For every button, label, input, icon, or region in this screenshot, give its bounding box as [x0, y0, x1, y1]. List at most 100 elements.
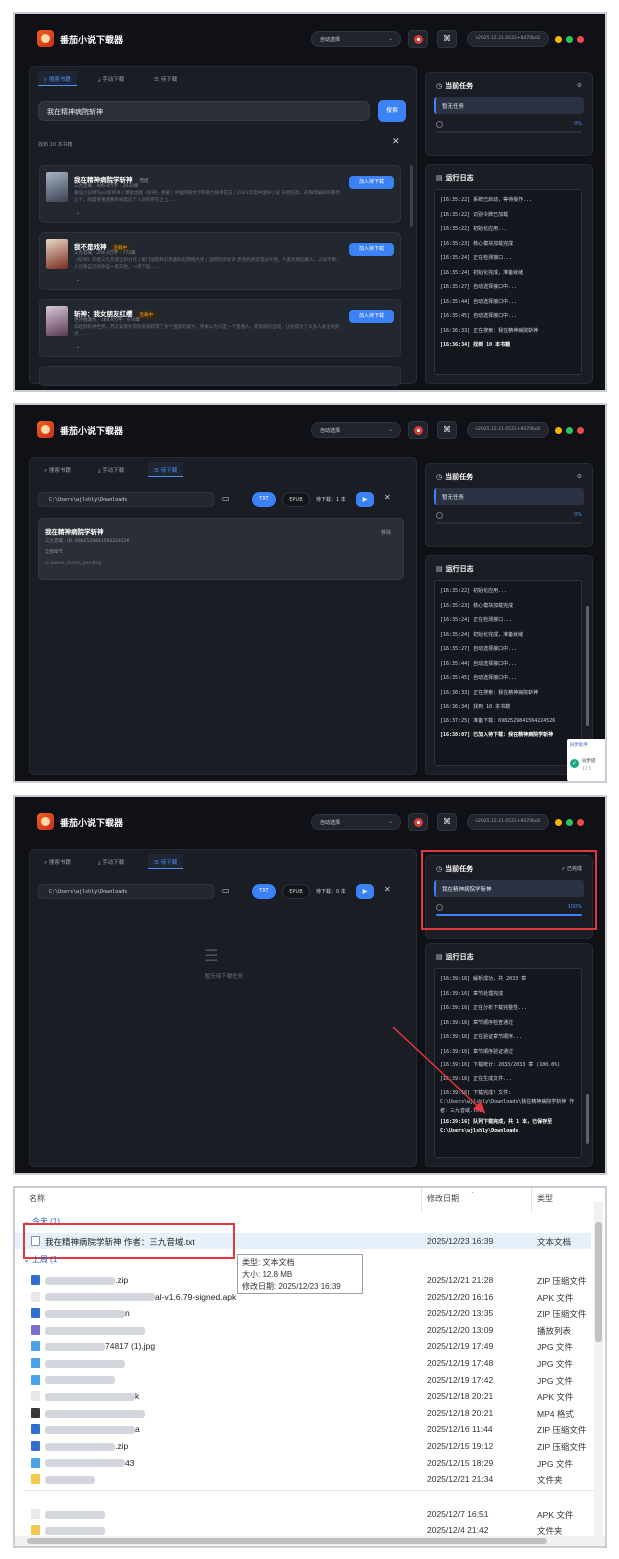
- file-row[interactable]: 2025/12/19 17:42 JPG 文件: [15, 1372, 591, 1388]
- file-row[interactable]: k 2025/12/18 20:21 APK 文件: [15, 1388, 591, 1404]
- start-download-button[interactable]: ▶: [356, 492, 374, 507]
- column-type-header[interactable]: 类型: [537, 1193, 553, 1204]
- maximize-dot[interactable]: [566, 427, 573, 434]
- progress-percent: 0%: [574, 121, 582, 127]
- feedback-button[interactable]: ⌘: [437, 30, 457, 48]
- language-flag-button[interactable]: [408, 30, 428, 48]
- source-select[interactable]: 自动选择 ⌄: [311, 31, 401, 47]
- chevron-down-icon: ⌄: [387, 426, 393, 433]
- settings-icon[interactable]: ⚙: [577, 473, 582, 480]
- main-panel: ⌕ 搜索书籍 ⤓ 手动下载 ☰ 待下载 C:\Users\wjlshly\Dow…: [29, 457, 417, 775]
- format-txt-button[interactable]: TXT: [252, 492, 276, 507]
- file-name-text: .zip: [115, 1275, 129, 1285]
- current-task-title: ◷ 当前任务: [436, 81, 473, 91]
- file-date: 2025/12/20 13:35: [427, 1308, 494, 1319]
- file-row[interactable]: 2025/12/7 16:51 APK 文件: [15, 1506, 591, 1522]
- close-dot[interactable]: [577, 36, 584, 43]
- clock-icon: ◷: [436, 473, 443, 481]
- chat-icon: ⌘: [443, 34, 451, 43]
- remove-button[interactable]: 移除: [381, 529, 391, 536]
- feedback-button[interactable]: ⌘: [437, 421, 457, 439]
- result-card[interactable]: [39, 366, 401, 386]
- horizontal-scrollbar[interactable]: [15, 1536, 605, 1546]
- result-card[interactable]: 我在精神病院学斩神 完结 三九音域 · 406.4万字 · 2033章 番茄小说网…: [39, 165, 401, 223]
- file-row[interactable]: 74817 (1).jpg 2025/12/19 17:49 JPG 文件: [15, 1338, 591, 1354]
- redacted-name: [45, 1527, 105, 1536]
- tab-manual[interactable]: ⤓ 手动下载: [92, 462, 130, 477]
- column-divider: [421, 1188, 422, 1212]
- add-to-queue-button[interactable]: 加入待下载: [349, 243, 394, 256]
- source-select[interactable]: 自动选择 ⌄: [311, 422, 401, 438]
- file-date: 2025/12/16 11:44: [427, 1424, 493, 1435]
- log-line: [16:35:23] 核心模块加载完成: [440, 240, 514, 247]
- add-to-queue-button[interactable]: 加入待下载: [349, 310, 394, 323]
- log-line: [16:35:44] 自动选择接口中...: [440, 660, 518, 667]
- file-row[interactable]: 43 2025/12/15 18:29 JPG 文件: [15, 1455, 591, 1471]
- tab-search-label: 搜索书籍: [48, 468, 71, 474]
- scrollbar-thumb[interactable]: [595, 1222, 602, 1342]
- book-meta: 三九音域 · 406.4万字 · 2033章: [74, 184, 139, 189]
- file-row[interactable]: .zip 2025/12/15 19:12 ZIP 压缩文件: [15, 1438, 591, 1454]
- file-row[interactable]: 2025/12/20 13:09 播放列表: [15, 1322, 591, 1338]
- language-flag-button[interactable]: [408, 421, 428, 439]
- tab-manual[interactable]: ⤓ 手动下载: [92, 71, 130, 86]
- file-date: 2025/12/20 16:16: [427, 1291, 494, 1302]
- result-card[interactable]: 斩神：我女朋友红缨 连载中 世外桃源九 · 164.9万字 · 976章 穿越到斩…: [39, 299, 401, 357]
- file-row[interactable]: .zip 2025/12/21 21:28 ZIP 压缩文件: [15, 1272, 591, 1288]
- book-cover: [46, 172, 68, 202]
- source-select-value: 自动选择: [320, 428, 341, 434]
- log-title-text: 运行日志: [445, 565, 474, 573]
- search-input[interactable]: 我在精神病院斩神: [38, 101, 370, 121]
- chevron-down-icon[interactable]: ⌄: [76, 210, 80, 216]
- close-icon[interactable]: ✕: [392, 137, 400, 147]
- book-cover: [46, 239, 68, 269]
- scrollbar-thumb[interactable]: [27, 1538, 547, 1544]
- minimize-dot[interactable]: [555, 427, 562, 434]
- clear-icon[interactable]: ✕: [384, 493, 391, 502]
- file-name-text: a: [135, 1424, 140, 1435]
- check-icon: ✓: [570, 759, 579, 768]
- file-row[interactable]: 2025/12/19 17:48 JPG 文件: [15, 1355, 591, 1371]
- close-dot[interactable]: [577, 427, 584, 434]
- tab-queue[interactable]: ☰ 待下载: [148, 462, 184, 477]
- redacted-name: [45, 1409, 145, 1418]
- queue-item-status-text: queue_status_pending: [50, 561, 102, 566]
- settings-icon[interactable]: ⚙: [577, 82, 582, 89]
- file-row[interactable]: n 2025/12/20 13:35 ZIP 压缩文件: [15, 1305, 591, 1321]
- minimize-dot[interactable]: [555, 36, 562, 43]
- chevron-down-icon[interactable]: ⌄: [76, 344, 80, 350]
- results-scrollbar[interactable]: [410, 165, 413, 227]
- file-date: 2025/12/18 20:21: [427, 1391, 494, 1402]
- column-date-header[interactable]: 修改日期: [427, 1193, 459, 1204]
- queue-item: 我在精神病院学斩神 三九音域 · ID: 6982529841564224526…: [38, 518, 404, 580]
- tab-search-label: 搜索书籍: [48, 77, 71, 83]
- column-name-header[interactable]: 名称: [29, 1193, 45, 1204]
- chevron-down-icon[interactable]: ⌄: [76, 277, 80, 283]
- list-icon: ☰: [154, 77, 161, 83]
- log-scrollbar[interactable]: [586, 606, 589, 726]
- file-name: [45, 1358, 125, 1368]
- tab-manual-label: 手动下载: [102, 468, 125, 474]
- search-button[interactable]: 搜索: [378, 100, 406, 122]
- file-row[interactable]: al-v1.6.79-signed.apk 2025/12/20 16:16 APK…: [15, 1289, 591, 1305]
- tab-search[interactable]: ⌕ 搜索书籍: [38, 71, 77, 86]
- chevron-down-icon: ⌄: [387, 35, 393, 42]
- tab-queue[interactable]: ☰ 待下载: [148, 71, 183, 86]
- file-name-text: 43: [125, 1457, 135, 1468]
- maximize-dot[interactable]: [566, 36, 573, 43]
- file-row[interactable]: a 2025/12/16 11:44 ZIP 压缩文件: [15, 1421, 591, 1437]
- folder-icon[interactable]: ▭: [222, 494, 230, 503]
- result-card[interactable]: 我不是戏神 连载中 三九音域 · 204.4万字 · 772章 《斩神》作者三九音…: [39, 232, 401, 290]
- sync-toast[interactable]: 同步助手 ✓ 同步提 17:5: [567, 739, 605, 781]
- format-epub-button[interactable]: EPUB: [282, 492, 310, 507]
- file-row[interactable]: 2025/12/21 21:34 文件夹: [15, 1471, 591, 1487]
- file-row[interactable]: 2025/12/18 20:21 MP4 格式: [15, 1405, 591, 1421]
- group-lastweek[interactable]: ⌄ 上周 (1: [23, 1254, 57, 1265]
- tab-search[interactable]: ⌕ 搜索书籍: [38, 462, 77, 477]
- vertical-scrollbar[interactable]: [594, 1202, 603, 1542]
- log-line: [16:36:33] 正在搜索：我在精神病院斩神: [440, 327, 539, 334]
- download-path-input[interactable]: C:\Users\wjlshly\Downloads: [38, 492, 214, 507]
- add-to-queue-button[interactable]: 加入待下载: [349, 176, 394, 189]
- progress-percent: 0%: [574, 512, 582, 518]
- file-type: APK 文件: [537, 1292, 574, 1303]
